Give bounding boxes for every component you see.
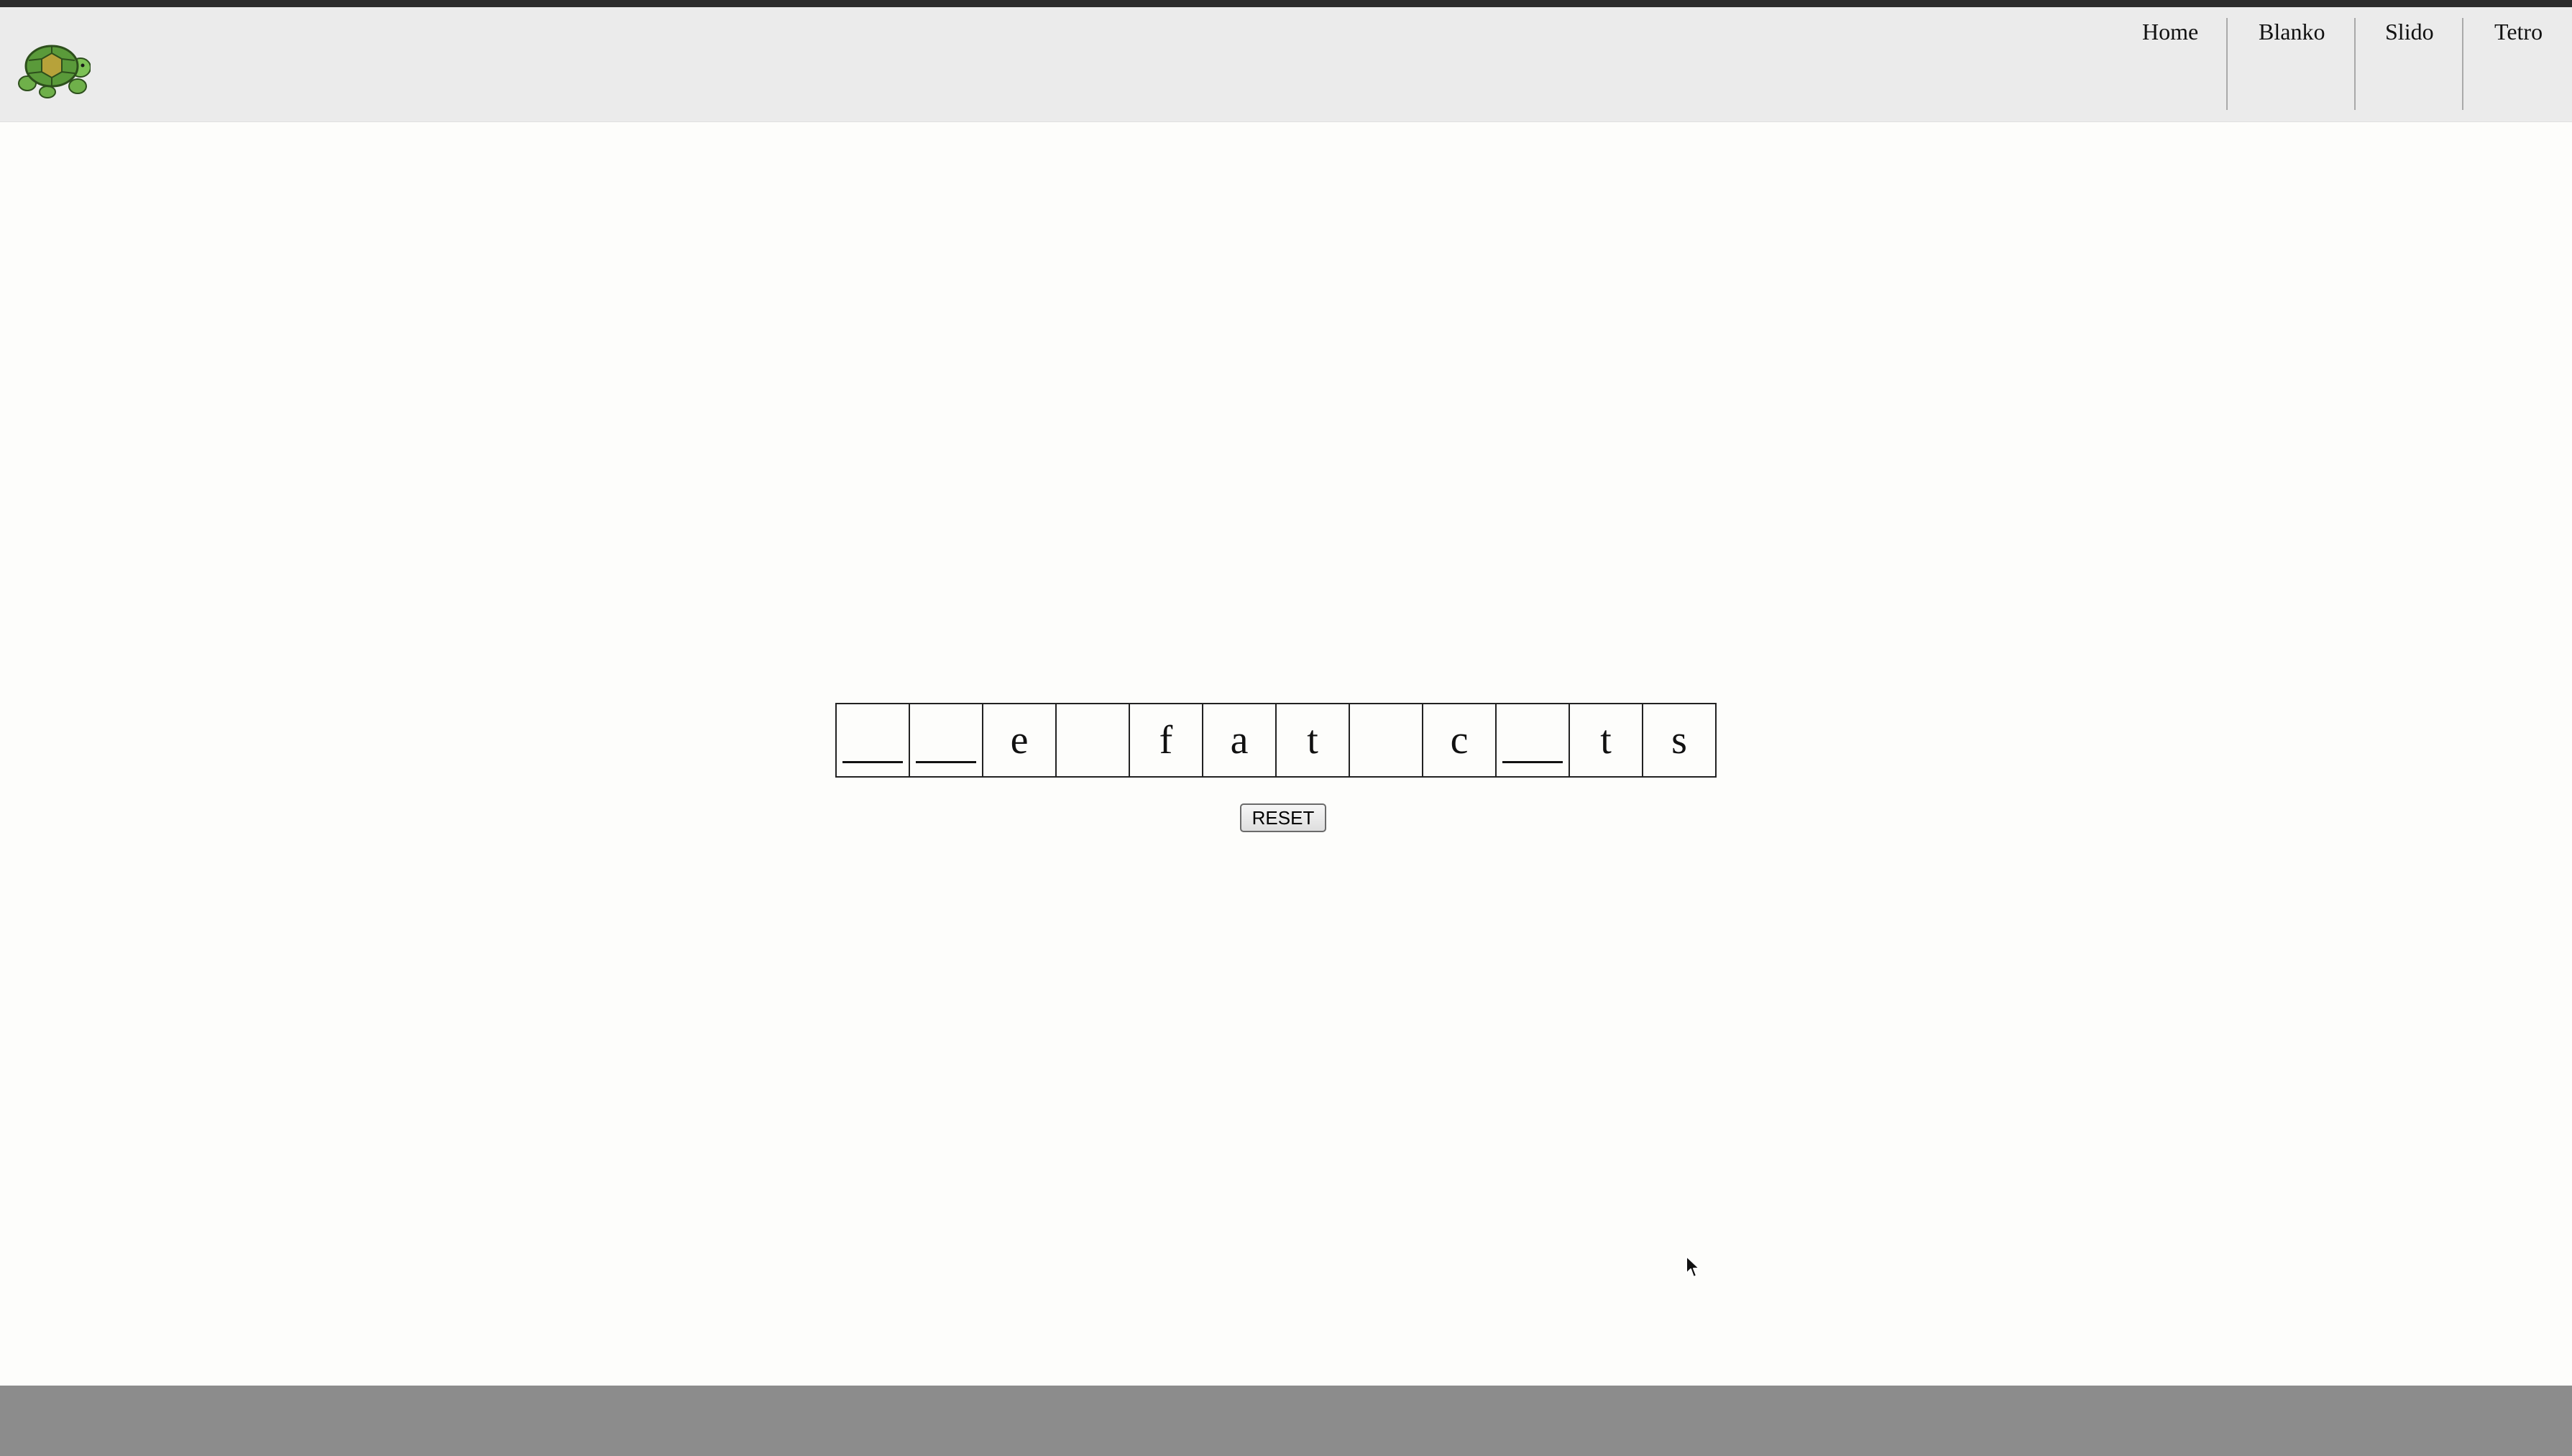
cell-letter: a	[1230, 718, 1249, 762]
cell-letter: t	[1600, 718, 1612, 762]
footer-bar	[0, 1386, 2572, 1456]
letter-grid: e f a t c t s	[835, 703, 1717, 778]
window-top-strip	[0, 0, 2572, 7]
letter-cell: e	[982, 703, 1057, 778]
nav-tetro-link[interactable]: Tetro	[2494, 19, 2543, 45]
letter-cell: a	[1202, 703, 1277, 778]
blank-underline	[1502, 761, 1563, 763]
nav-divider	[2226, 18, 2228, 110]
page: Home Blanko Slido Tetro e f a t c t s RE…	[0, 0, 2572, 1456]
cell-letter: c	[1450, 718, 1469, 762]
letter-cell[interactable]	[835, 703, 910, 778]
letter-cell[interactable]	[909, 703, 983, 778]
nav-divider	[2462, 18, 2463, 110]
letter-cell: t	[1275, 703, 1350, 778]
cell-letter: t	[1307, 718, 1318, 762]
navbar: Home Blanko Slido Tetro	[0, 7, 2572, 122]
letter-cell: t	[1569, 703, 1643, 778]
letter-cell: c	[1422, 703, 1497, 778]
letter-cell[interactable]	[1495, 703, 1570, 778]
nav-slido-link[interactable]: Slido	[2385, 19, 2434, 45]
cell-letter: e	[1010, 718, 1029, 762]
nav-blanko-link[interactable]: Blanko	[2259, 19, 2325, 45]
blank-underline	[916, 761, 976, 763]
nav-home-link[interactable]: Home	[2142, 19, 2198, 45]
turtle-logo-icon[interactable]	[16, 39, 91, 99]
nav-divider	[2354, 18, 2356, 110]
letter-cell	[1349, 703, 1423, 778]
letter-cell: f	[1129, 703, 1203, 778]
reset-button[interactable]: RESET	[1240, 803, 1326, 832]
cell-letter: s	[1671, 718, 1687, 762]
letter-cell: s	[1642, 703, 1717, 778]
cell-letter: f	[1159, 718, 1173, 762]
blank-underline	[842, 761, 903, 763]
mouse-pointer-icon	[1686, 1255, 1700, 1278]
letter-cell	[1055, 703, 1130, 778]
